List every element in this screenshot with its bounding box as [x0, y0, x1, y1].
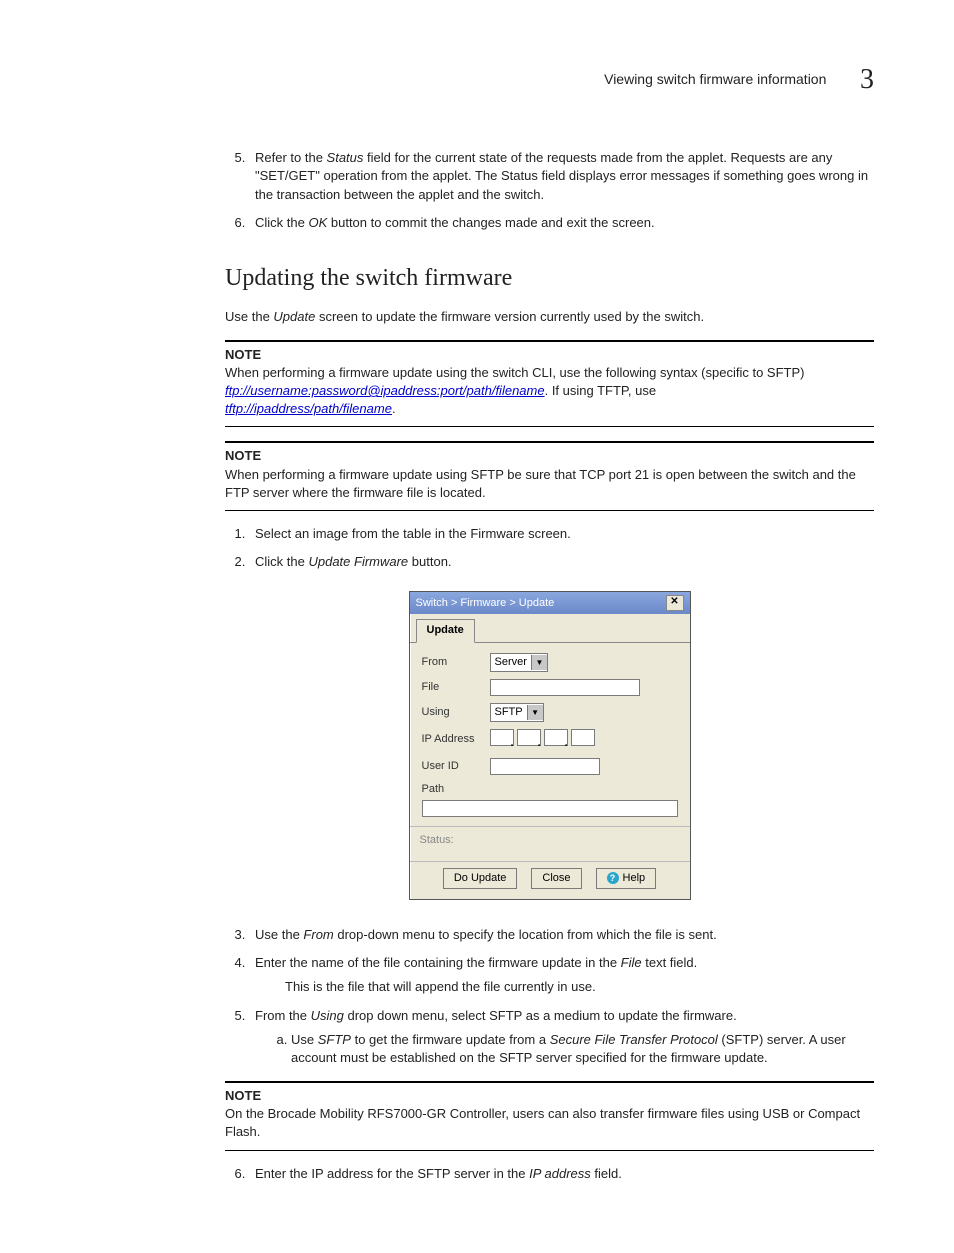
step-c5-sublist: Use SFTP to get the firmware update from… — [255, 1031, 874, 1067]
step-d6-pre: Enter the IP address for the SFTP server… — [255, 1166, 529, 1181]
from-select[interactable]: Server ▼ — [490, 653, 548, 672]
step-6-text-post: button to commit the changes made and ex… — [327, 215, 654, 230]
help-button[interactable]: ? Help — [596, 868, 657, 889]
note-3-label: NOTE — [225, 1087, 874, 1105]
step-c3-italic: From — [303, 927, 333, 942]
step-c5: From the Using drop down menu, select SF… — [249, 1007, 874, 1068]
step-list-c: Use the From drop-down menu to specify t… — [225, 926, 874, 1067]
step-d6-italic: IP address — [529, 1166, 591, 1181]
label-file: File — [422, 680, 490, 695]
step-b1: Select an image from the table in the Fi… — [249, 525, 874, 543]
step-5: Refer to the Status field for the curren… — [249, 149, 874, 204]
dialog-titlebar: Switch > Firmware > Update ✕ — [410, 592, 690, 614]
step-c5a: Use SFTP to get the firmware update from… — [291, 1031, 874, 1067]
dialog-figure: Switch > Firmware > Update ✕ Update From… — [225, 591, 874, 900]
status-label: Status: — [420, 834, 454, 846]
from-value: Server — [495, 655, 527, 670]
label-using: Using — [422, 705, 490, 720]
intro-italic: Update — [273, 309, 315, 324]
status-row: Status: — [410, 826, 690, 861]
file-input[interactable] — [490, 679, 640, 696]
step-5-text-pre: Refer to the — [255, 150, 327, 165]
step-c4-italic: File — [621, 955, 642, 970]
step-list-top: Refer to the Status field for the curren… — [225, 149, 874, 232]
note-2-body: When performing a firmware update using … — [225, 466, 874, 502]
step-6-italic: OK — [308, 215, 327, 230]
step-b2: Click the Update Firmware button. — [249, 553, 874, 571]
using-value: SFTP — [495, 705, 523, 720]
step-c4: Enter the name of the file containing th… — [249, 954, 874, 996]
step-d6-post: field. — [591, 1166, 622, 1181]
note-1: NOTE When performing a firmware update u… — [225, 340, 874, 428]
note-3: NOTE On the Brocade Mobility RFS7000-GR … — [225, 1081, 874, 1151]
step-5-italic: Status — [327, 150, 364, 165]
dialog-button-row: Do Update Close ? Help — [410, 861, 690, 899]
chevron-down-icon: ▼ — [527, 705, 543, 720]
note-2: NOTE When performing a firmware update u… — [225, 441, 874, 511]
step-list-b: Select an image from the table in the Fi… — [225, 525, 874, 571]
intro-pre: Use the — [225, 309, 273, 324]
user-id-input[interactable] — [490, 758, 600, 775]
note-1-line1: When performing a firmware update using … — [225, 365, 804, 380]
ip-address-input[interactable]: ... — [490, 729, 595, 751]
step-c4-sub: This is the file that will append the fi… — [285, 978, 874, 996]
step-c5a-pre: Use — [291, 1032, 318, 1047]
close-label: Close — [542, 871, 570, 886]
step-c5-italic: Using — [311, 1008, 344, 1023]
label-from: From — [422, 655, 490, 670]
dialog-form: From Server ▼ File Using SFTP ▼ — [410, 643, 690, 826]
step-c4-post: text field. — [642, 955, 698, 970]
step-c5a-mid: to get the firmware update from a — [351, 1032, 550, 1047]
header-title: Viewing switch firmware information — [604, 70, 826, 90]
note-2-label: NOTE — [225, 447, 874, 465]
close-button[interactable]: Close — [531, 868, 581, 889]
note-1-link-1[interactable]: ftp://username:password@ipaddress:port/p… — [225, 383, 545, 398]
step-b2-post: button. — [408, 554, 451, 569]
step-b2-italic: Update Firmware — [308, 554, 408, 569]
step-c5-post: drop down menu, select SFTP as a medium … — [344, 1008, 737, 1023]
label-path: Path — [422, 782, 490, 797]
do-update-button[interactable]: Do Update — [443, 868, 518, 889]
step-c5-pre: From the — [255, 1008, 311, 1023]
update-dialog: Switch > Firmware > Update ✕ Update From… — [409, 591, 691, 900]
chapter-number: 3 — [860, 60, 874, 99]
note-3-body: On the Brocade Mobility RFS7000-GR Contr… — [225, 1105, 874, 1141]
label-ip: IP Address — [422, 732, 490, 747]
path-input[interactable] — [422, 800, 678, 817]
step-c3-post: drop-down menu to specify the location f… — [334, 927, 717, 942]
step-c5a-i1: SFTP — [318, 1032, 351, 1047]
step-b2-pre: Click the — [255, 554, 308, 569]
step-c3: Use the From drop-down menu to specify t… — [249, 926, 874, 944]
label-user: User ID — [422, 759, 490, 774]
step-c3-pre: Use the — [255, 927, 303, 942]
close-icon[interactable]: ✕ — [666, 595, 684, 611]
step-c4-pre: Enter the name of the file containing th… — [255, 955, 621, 970]
step-list-d: Enter the IP address for the SFTP server… — [225, 1165, 874, 1183]
step-d6: Enter the IP address for the SFTP server… — [249, 1165, 874, 1183]
page-header: Viewing switch firmware information 3 — [80, 60, 874, 99]
dialog-title: Switch > Firmware > Update — [416, 596, 555, 611]
note-1-mid: . If using TFTP, use — [545, 383, 657, 398]
step-6-text-pre: Click the — [255, 215, 308, 230]
section-heading: Updating the switch firmware — [225, 262, 874, 296]
note-1-body: When performing a firmware update using … — [225, 364, 874, 419]
note-1-label: NOTE — [225, 346, 874, 364]
note-1-end: . — [392, 401, 396, 416]
main-content: Refer to the Status field for the curren… — [225, 149, 874, 1183]
dialog-tab-row: Update — [410, 614, 690, 642]
step-c5a-i2: Secure File Transfer Protocol — [550, 1032, 718, 1047]
intro-post: screen to update the firmware version cu… — [315, 309, 704, 324]
help-icon: ? — [607, 872, 619, 884]
do-update-label: Do Update — [454, 871, 507, 886]
using-select[interactable]: SFTP ▼ — [490, 703, 544, 722]
tab-update[interactable]: Update — [416, 619, 475, 642]
intro-paragraph: Use the Update screen to update the firm… — [225, 308, 874, 326]
note-1-link-2[interactable]: tftp://ipaddress/path/filename — [225, 401, 392, 416]
step-6: Click the OK button to commit the change… — [249, 214, 874, 232]
help-label: Help — [623, 871, 646, 886]
chevron-down-icon: ▼ — [531, 655, 547, 670]
